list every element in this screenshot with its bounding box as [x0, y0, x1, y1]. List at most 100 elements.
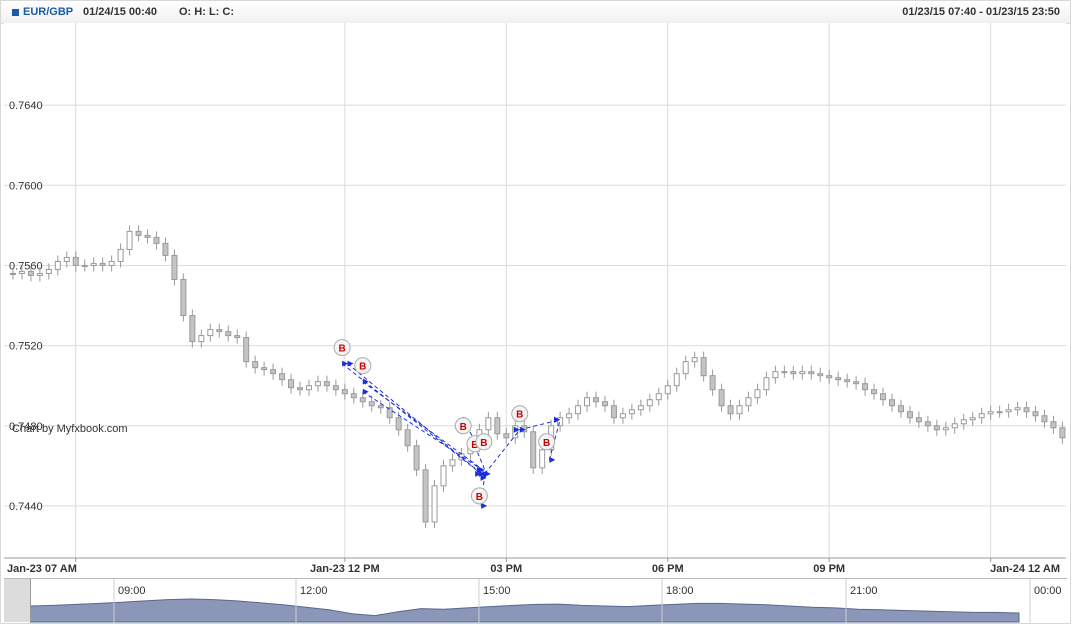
candle-body: [942, 427, 949, 431]
candle-body: [718, 389, 725, 407]
candle-body: [844, 379, 851, 383]
trade-marker-label: B: [359, 362, 366, 373]
candle-body: [341, 389, 348, 395]
candle-body: [772, 371, 779, 379]
candle-body: [817, 373, 824, 377]
plot-area: [4, 23, 1066, 558]
candle-body: [1059, 427, 1066, 439]
navigator-handle[interactable]: [4, 579, 31, 622]
candle-body: [960, 419, 967, 425]
candle-body: [27, 270, 34, 276]
candle-body: [404, 429, 411, 447]
candle-body: [171, 254, 178, 280]
candle-body: [279, 373, 286, 381]
navigator-label: 00:00: [1034, 585, 1062, 597]
candle-body: [835, 377, 842, 381]
candle-body: [270, 369, 277, 375]
candle-body: [539, 449, 546, 469]
candle-body: [180, 278, 187, 317]
candle-body: [261, 367, 268, 371]
x-tick-label: 06 PM: [652, 563, 684, 575]
candle-body: [36, 272, 43, 276]
navigator-area[interactable]: 09:00 12:00 15:00 18:00 21:00 00:00: [4, 579, 1067, 623]
candle-body: [252, 361, 259, 369]
x-tick-label: Jan-23 07 AM: [7, 563, 77, 575]
candle-body: [601, 401, 608, 407]
navigator-label: 18:00: [666, 585, 694, 597]
candle-body: [996, 411, 1003, 414]
candle-body: [584, 397, 591, 407]
navigator-label: 15:00: [483, 585, 511, 597]
candle-body: [81, 264, 88, 267]
candle-body: [296, 387, 303, 391]
candle-body: [314, 381, 321, 387]
candle-body: [951, 423, 958, 429]
candle-body: [162, 242, 169, 256]
y-tick-label: 0.7600: [9, 180, 43, 192]
candle-body: [745, 397, 752, 407]
candle-body: [646, 399, 653, 407]
x-tick-label: Jan-23 12 PM: [310, 563, 380, 575]
navigator[interactable]: 09:00 12:00 15:00 18:00 21:00 00:00: [4, 578, 1067, 623]
navigator-label: 09:00: [118, 585, 146, 597]
candle-body: [799, 371, 806, 375]
trade-marker-label: B: [543, 438, 550, 449]
candle-body: [198, 335, 205, 343]
candle-body: [1050, 421, 1057, 429]
candle-body: [575, 405, 582, 415]
candle-body: [871, 389, 878, 395]
candle-body: [225, 331, 232, 337]
y-tick-label: 0.7440: [9, 501, 43, 513]
candle-body: [1014, 407, 1021, 411]
candle-body: [628, 409, 635, 415]
candle-body: [1041, 415, 1048, 423]
candle-body: [18, 270, 25, 274]
x-tick-label: 09 PM: [813, 563, 845, 575]
candle-body: [826, 375, 833, 379]
candle-body: [485, 417, 492, 431]
x-tick-label: Jan-24 12 AM: [990, 563, 1060, 575]
candle-body: [144, 234, 151, 238]
candle-body: [664, 385, 671, 395]
candle-body: [216, 329, 223, 333]
navigator-series: [29, 598, 1020, 623]
candle-body: [781, 371, 788, 374]
candle-body: [673, 373, 680, 387]
x-tick-label: 03 PM: [490, 563, 522, 575]
candle-body: [153, 236, 160, 244]
trade-marker-label: B: [516, 410, 523, 421]
candle-body: [808, 371, 815, 375]
candle-body: [45, 268, 52, 274]
candle-body: [933, 425, 940, 431]
candle-body: [359, 397, 366, 403]
candle-body: [754, 389, 761, 399]
trade-marker-label: B: [460, 422, 467, 433]
candle-body: [1032, 411, 1039, 417]
candle-body: [987, 411, 994, 415]
candle-body: [763, 377, 770, 391]
candle-body: [736, 405, 743, 415]
y-tick-label: 0.7640: [9, 100, 43, 112]
candle-body: [790, 371, 797, 375]
candle-body: [700, 357, 707, 377]
candle-body: [727, 405, 734, 415]
candle-body: [530, 431, 537, 469]
candle-body: [395, 417, 402, 431]
chart-watermark: Chart by Myfxbook.com: [12, 423, 128, 435]
candle-body: [655, 393, 662, 401]
candle-body: [413, 445, 420, 471]
candle-body: [494, 417, 501, 435]
candle-body: [243, 337, 250, 363]
candle-body: [207, 329, 214, 337]
candle-body: [440, 465, 447, 487]
candle-body: [117, 248, 124, 262]
trade-marker-label: B: [480, 438, 487, 449]
navigator-label: 21:00: [850, 585, 878, 597]
candle-body: [449, 459, 456, 467]
trade-marker-label: B: [476, 492, 483, 503]
trade-marker-label: B: [339, 344, 346, 355]
price-chart[interactable]: 0.74400.74800.75200.75600.76000.7640Jan-…: [0, 0, 1072, 625]
candle-body: [1023, 407, 1030, 413]
candle-body: [305, 385, 312, 391]
candle-body: [637, 405, 644, 411]
